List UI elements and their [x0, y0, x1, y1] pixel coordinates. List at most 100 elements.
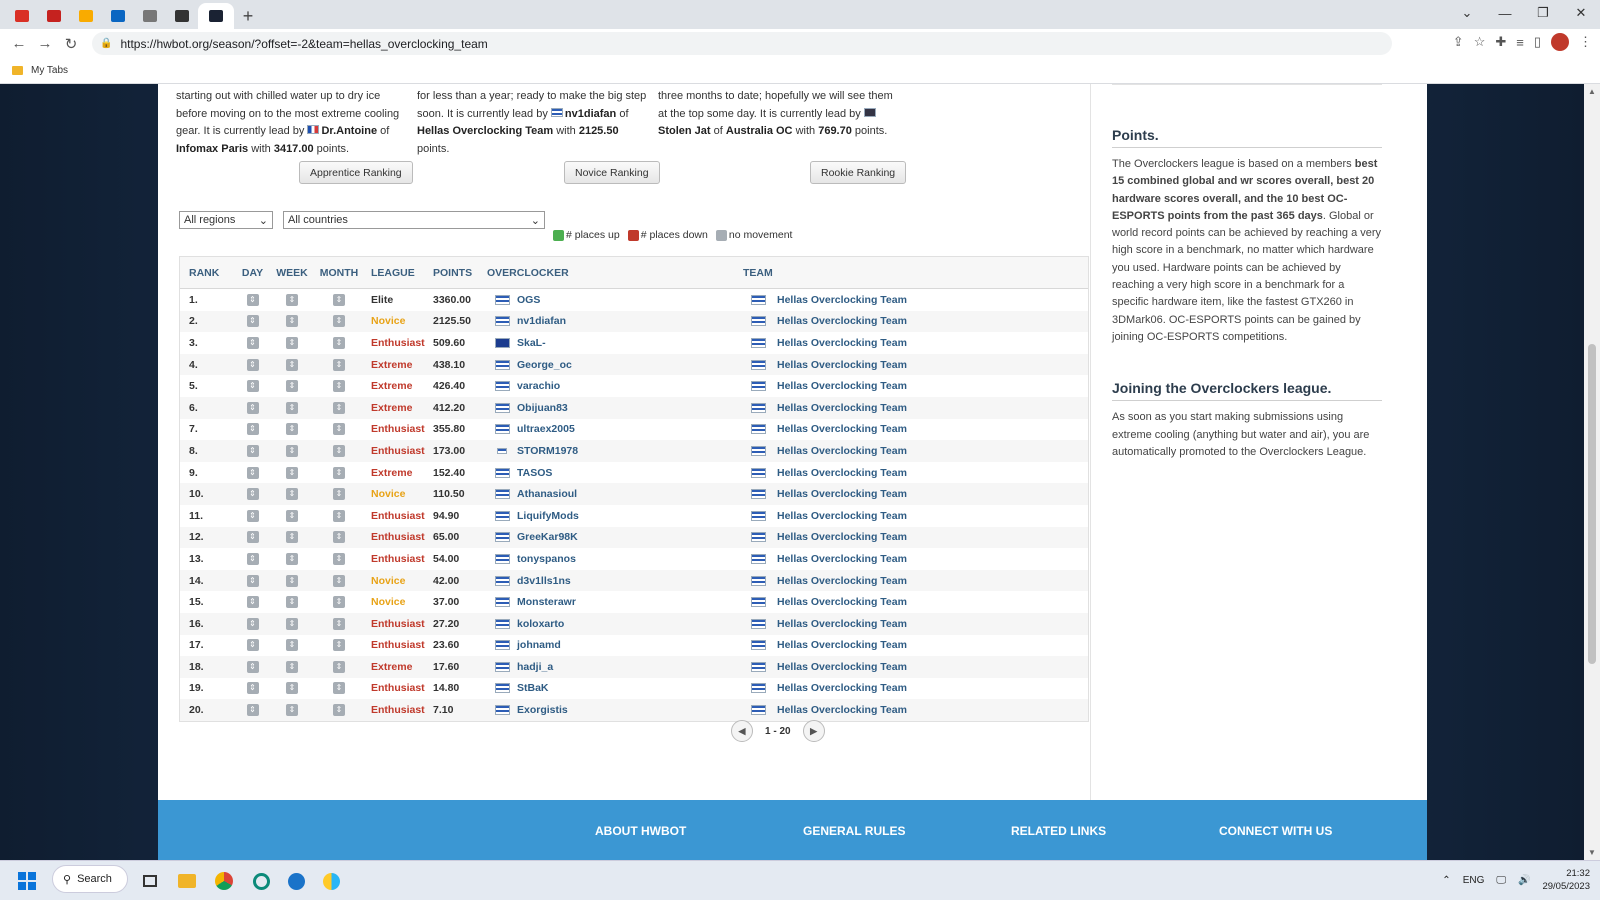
overclocker-link[interactable]: SkaL-: [517, 337, 743, 349]
overclocker-link[interactable]: Athanasioul: [517, 488, 743, 500]
side-panel-icon[interactable]: ▯: [1534, 34, 1541, 50]
overclocker-link[interactable]: TASOS: [517, 467, 743, 479]
team-link[interactable]: Hellas Overclocking Team: [773, 337, 1088, 349]
tab-search-icon[interactable]: ⌄: [1448, 0, 1486, 26]
team-link[interactable]: Hellas Overclocking Team: [773, 618, 1088, 630]
apprentice-ranking-button[interactable]: Apprentice Ranking: [299, 161, 413, 184]
header-league[interactable]: LEAGUE: [365, 267, 433, 279]
novice-ranking-button[interactable]: Novice Ranking: [564, 161, 660, 184]
team-link[interactable]: Hellas Overclocking Team: [773, 359, 1088, 371]
new-tab-button[interactable]: +: [234, 3, 262, 29]
team-link[interactable]: Hellas Overclocking Team: [773, 510, 1088, 522]
browser-tab[interactable]: [134, 3, 166, 29]
team-link[interactable]: Hellas Overclocking Team: [773, 639, 1088, 651]
leader-team[interactable]: Australia OC: [726, 125, 793, 137]
browser-tab[interactable]: [102, 3, 134, 29]
overclocker-link[interactable]: varachio: [517, 380, 743, 392]
rookie-ranking-button[interactable]: Rookie Ranking: [810, 161, 907, 184]
footer-rules[interactable]: GENERAL RULES: [803, 824, 905, 838]
share-icon[interactable]: ⇪: [1453, 34, 1464, 50]
leader-name[interactable]: nv1diafan: [565, 108, 616, 120]
chrome-icon[interactable]: [212, 869, 236, 893]
browser-tab[interactable]: [166, 3, 198, 29]
footer-about[interactable]: ABOUT HWBOT: [595, 824, 686, 838]
volume-icon[interactable]: 🔊: [1518, 875, 1530, 886]
app-icon-colorful[interactable]: [320, 869, 342, 893]
minimize-button[interactable]: —: [1486, 0, 1524, 26]
browser-tab[interactable]: [70, 3, 102, 29]
overclocker-link[interactable]: LiquifyMods: [517, 510, 743, 522]
prev-page-button[interactable]: ◀: [731, 720, 753, 742]
header-team[interactable]: TEAM: [743, 267, 1088, 279]
forward-icon[interactable]: →: [32, 35, 58, 52]
header-points[interactable]: POINTS: [433, 267, 487, 279]
team-link[interactable]: Hellas Overclocking Team: [773, 682, 1088, 694]
star-icon[interactable]: ☆: [1474, 34, 1486, 50]
overclocker-link[interactable]: OGS: [517, 294, 743, 306]
leader-name[interactable]: Stolen Jat: [658, 125, 711, 137]
header-overclocker[interactable]: OVERCLOCKER: [487, 267, 743, 279]
header-rank[interactable]: RANK: [180, 267, 234, 279]
profile-avatar[interactable]: [1551, 33, 1569, 51]
team-link[interactable]: Hellas Overclocking Team: [773, 575, 1088, 587]
header-week[interactable]: WEEK: [271, 267, 313, 279]
restore-button[interactable]: ❐: [1524, 0, 1562, 26]
team-link[interactable]: Hellas Overclocking Team: [773, 488, 1088, 500]
overclocker-link[interactable]: StBaK: [517, 682, 743, 694]
overclocker-link[interactable]: Exorgistis: [517, 704, 743, 716]
leader-team[interactable]: Hellas Overclocking Team: [417, 125, 553, 137]
overclocker-link[interactable]: STORM1978: [517, 445, 743, 457]
overclocker-link[interactable]: ultraex2005: [517, 423, 743, 435]
overclocker-link[interactable]: GreeKar98K: [517, 531, 743, 543]
team-link[interactable]: Hellas Overclocking Team: [773, 445, 1088, 457]
team-link[interactable]: Hellas Overclocking Team: [773, 531, 1088, 543]
team-link[interactable]: Hellas Overclocking Team: [773, 553, 1088, 565]
team-link[interactable]: Hellas Overclocking Team: [773, 315, 1088, 327]
country-select[interactable]: All countries ⌄: [283, 211, 545, 229]
team-link[interactable]: Hellas Overclocking Team: [773, 294, 1088, 306]
start-button[interactable]: [18, 869, 36, 893]
scroll-up-icon[interactable]: ▲: [1588, 87, 1596, 96]
close-window-button[interactable]: ✕: [1562, 0, 1600, 26]
overclocker-link[interactable]: tonyspanos: [517, 553, 743, 565]
scroll-down-icon[interactable]: ▼: [1588, 848, 1596, 857]
overclocker-link[interactable]: Obijuan83: [517, 402, 743, 414]
overclocker-link[interactable]: koloxarto: [517, 618, 743, 630]
browser-tab[interactable]: [38, 3, 70, 29]
team-link[interactable]: Hellas Overclocking Team: [773, 380, 1088, 392]
taskbar-search[interactable]: ⚲ Search: [52, 865, 128, 893]
team-link[interactable]: Hellas Overclocking Team: [773, 423, 1088, 435]
reload-icon[interactable]: ↻: [58, 35, 84, 53]
next-page-button[interactable]: ▶: [802, 720, 825, 742]
scrollbar-thumb[interactable]: [1588, 344, 1596, 664]
address-bar[interactable]: 🔒 https://hwbot.org/season/?offset=-2&te…: [92, 32, 1392, 55]
language-indicator[interactable]: ENG: [1463, 875, 1485, 886]
chevron-up-icon[interactable]: ⌃: [1442, 875, 1450, 886]
app-icon-teal[interactable]: [250, 869, 272, 893]
team-link[interactable]: Hellas Overclocking Team: [773, 704, 1088, 716]
edge-icon[interactable]: [285, 869, 307, 893]
bookmark-my-tabs[interactable]: My Tabs: [31, 65, 68, 76]
network-icon[interactable]: 🖵: [1496, 875, 1506, 886]
team-link[interactable]: Hellas Overclocking Team: [773, 402, 1088, 414]
browser-tab[interactable]: [6, 3, 38, 29]
overclocker-link[interactable]: George_oc: [517, 359, 743, 371]
team-link[interactable]: Hellas Overclocking Team: [773, 596, 1088, 608]
browser-tab[interactable]: [198, 3, 234, 29]
team-link[interactable]: Hellas Overclocking Team: [773, 661, 1088, 673]
menu-icon[interactable]: ⋮: [1579, 34, 1592, 50]
reading-list-icon[interactable]: ≡: [1516, 35, 1524, 50]
task-view-icon[interactable]: [140, 869, 160, 893]
file-explorer-icon[interactable]: [176, 869, 198, 893]
page-scrollbar[interactable]: ▲ ▼: [1584, 84, 1600, 860]
clock[interactable]: 21:32 29/05/2023: [1542, 867, 1590, 893]
leader-team[interactable]: Infomax Paris: [176, 143, 248, 155]
region-select[interactable]: All regions ⌄: [179, 211, 273, 229]
header-day[interactable]: DAY: [234, 267, 271, 279]
overclocker-link[interactable]: johnamd: [517, 639, 743, 651]
extensions-icon[interactable]: ✚: [1495, 34, 1506, 50]
footer-connect[interactable]: CONNECT WITH US: [1219, 824, 1332, 838]
footer-links[interactable]: RELATED LINKS: [1011, 824, 1106, 838]
team-link[interactable]: Hellas Overclocking Team: [773, 467, 1088, 479]
overclocker-link[interactable]: nv1diafan: [517, 315, 743, 327]
